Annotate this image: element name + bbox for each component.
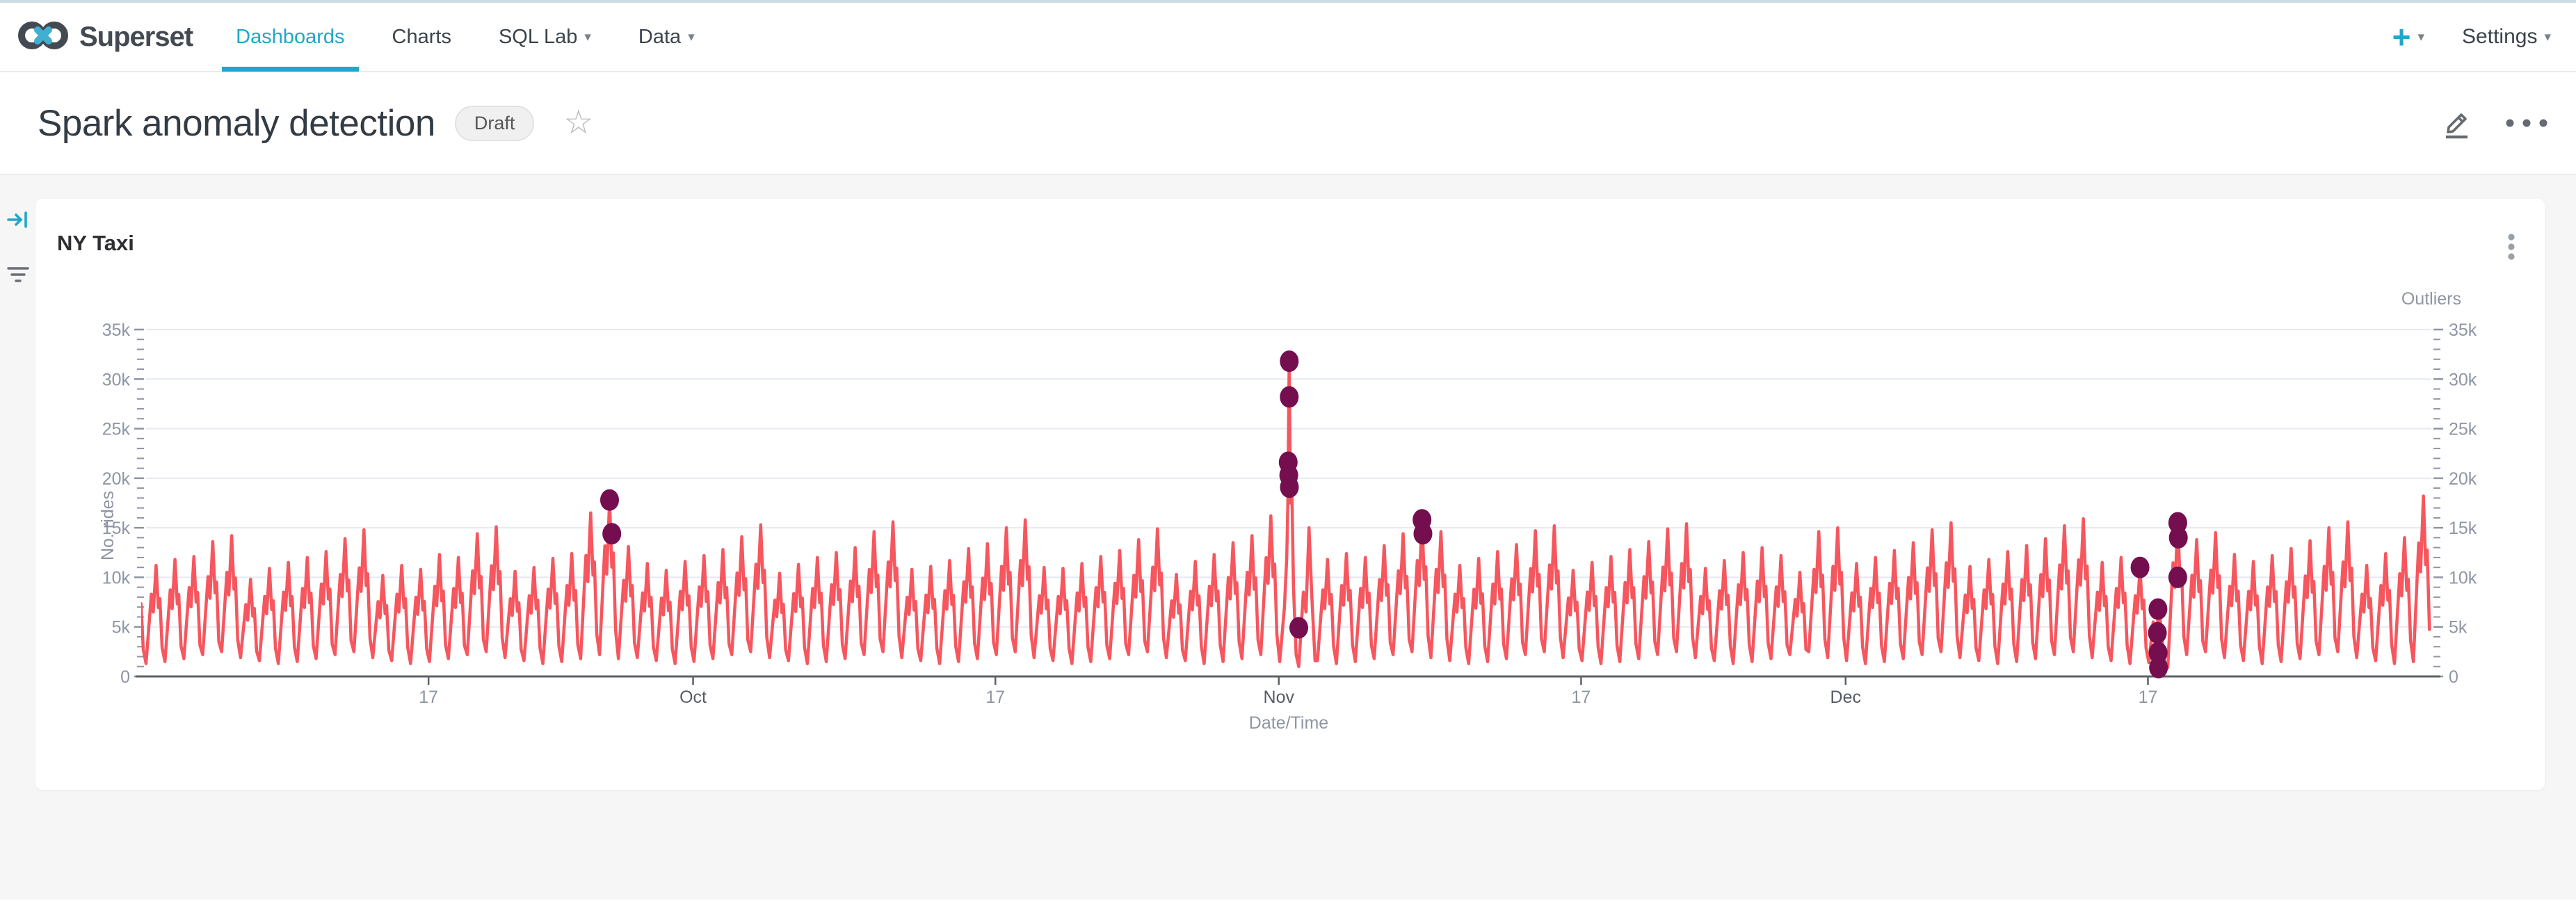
svg-text:Oct: Oct [679, 688, 707, 707]
svg-text:5k: 5k [2449, 618, 2468, 638]
status-badge: Draft [455, 106, 535, 141]
app-header: Superset Dashboards Charts SQL Lab ▾ Dat… [0, 3, 2576, 72]
svg-text:0: 0 [2449, 667, 2458, 687]
chart-card: NY Taxi 005k5k10k10k15k15k20k20k25k25k30… [35, 199, 2545, 790]
chevron-down-icon: ▾ [688, 29, 695, 45]
svg-text:Outliers: Outliers [2401, 289, 2461, 309]
chart-svg: 005k5k10k10k15k15k20k20k25k25k30k30k35k3… [35, 199, 2545, 790]
plus-icon: + [2392, 21, 2411, 53]
svg-text:10k: 10k [102, 568, 131, 587]
svg-text:35k: 35k [2449, 320, 2477, 340]
superset-brand[interactable]: Superset [17, 17, 193, 57]
nav-item-charts[interactable]: Charts [378, 2, 465, 72]
svg-text:Dec: Dec [1830, 688, 1861, 707]
svg-text:17: 17 [419, 688, 438, 707]
nav-item-dashboards[interactable]: Dashboards [222, 2, 358, 72]
expand-filter-panel-icon[interactable] [6, 207, 31, 236]
svg-text:Nov: Nov [1264, 688, 1295, 707]
svg-text:10k: 10k [2449, 568, 2477, 587]
timeseries-chart: 005k5k10k10k15k15k20k20k25k25k30k30k35k3… [35, 199, 2545, 790]
svg-text:17: 17 [985, 688, 1005, 707]
superset-logo-icon [17, 17, 70, 57]
svg-text:25k: 25k [2449, 420, 2477, 439]
more-options-icon[interactable] [2505, 118, 2548, 128]
page-title: Spark anomaly detection [38, 102, 435, 145]
svg-text:20k: 20k [102, 469, 131, 489]
svg-text:0: 0 [120, 667, 130, 687]
svg-text:5k: 5k [112, 618, 131, 638]
chevron-down-icon: ▾ [2418, 29, 2425, 45]
svg-text:30k: 30k [2449, 370, 2477, 389]
chevron-down-icon: ▾ [2544, 29, 2551, 45]
svg-text:No. rides: No. rides [98, 491, 118, 560]
title-actions [2440, 106, 2548, 140]
header-right: + ▾ Settings ▾ [2392, 21, 2551, 53]
chevron-down-icon: ▾ [584, 29, 591, 45]
main-nav: Dashboards Charts SQL Lab ▾ Data ▾ [202, 2, 709, 72]
filter-rail [0, 175, 35, 900]
settings-menu[interactable]: Settings ▾ [2462, 25, 2551, 49]
filter-icon[interactable] [6, 264, 31, 290]
edit-pencil-icon[interactable] [2440, 106, 2474, 140]
svg-text:17: 17 [2139, 688, 2158, 707]
favorite-star-icon[interactable]: ☆ [563, 106, 593, 140]
nav-item-sql-lab[interactable]: SQL Lab ▾ [485, 2, 605, 72]
svg-text:20k: 20k [2449, 469, 2477, 489]
svg-text:Date/Time: Date/Time [1249, 713, 1328, 733]
new-item-button[interactable]: + ▾ [2392, 21, 2424, 53]
nav-item-data[interactable]: Data ▾ [625, 2, 709, 72]
svg-text:30k: 30k [102, 370, 131, 389]
dashboard-title-bar: Spark anomaly detection Draft ☆ [0, 72, 2576, 175]
svg-text:35k: 35k [102, 320, 131, 340]
svg-text:25k: 25k [102, 420, 131, 439]
dashboard-canvas: NY Taxi 005k5k10k10k15k15k20k20k25k25k30… [0, 175, 2576, 900]
svg-text:17: 17 [1572, 688, 1591, 707]
svg-text:15k: 15k [2449, 519, 2477, 538]
brand-wordmark: Superset [79, 22, 193, 53]
